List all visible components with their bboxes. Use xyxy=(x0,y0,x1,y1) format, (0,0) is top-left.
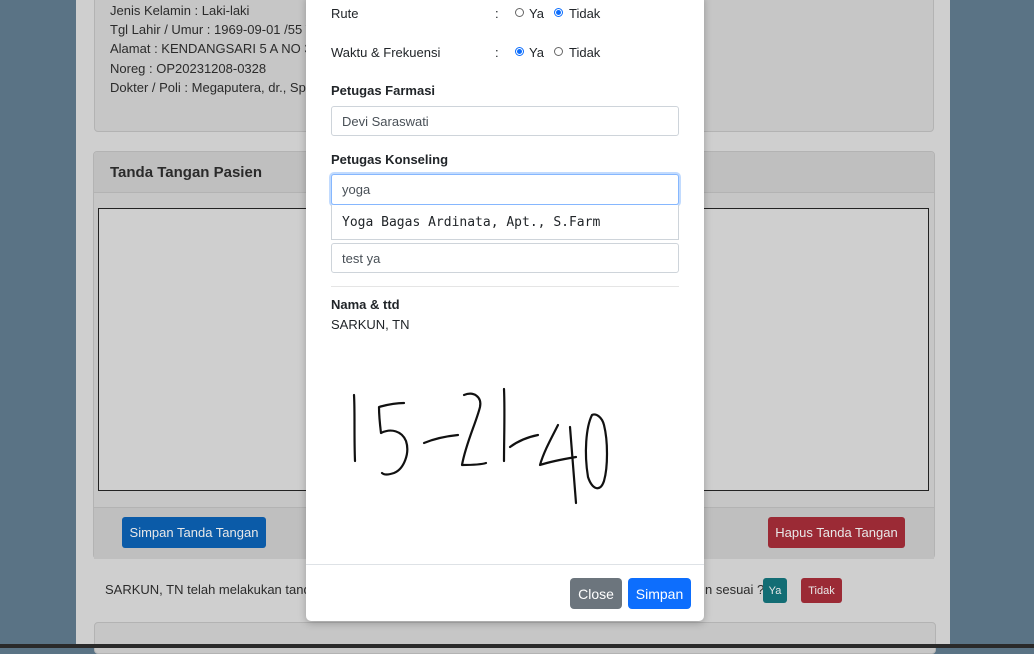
autocomplete-dropdown: Yoga Bagas Ardinata, Apt., S.Farm xyxy=(331,205,679,240)
patient-address: Alamat : KENDANGSARI 5 A NO 3 xyxy=(110,41,312,56)
patient-doctor: Dokter / Poli : Megaputera, dr., SpC xyxy=(110,80,316,95)
pharmacy-officer-label: Petugas Farmasi xyxy=(331,83,436,98)
signature-image xyxy=(352,387,609,505)
signer-label: Nama & ttd xyxy=(331,297,400,312)
signer-name: SARKUN, TN xyxy=(331,317,410,332)
rute-no-label[interactable]: Tidak xyxy=(569,6,600,21)
notes-input[interactable] xyxy=(331,243,679,273)
question-label-waktu-frekuensi: Waktu & Frekuensi xyxy=(331,45,441,60)
counseling-modal: Rute : Ya Tidak Waktu & Frekuensi : Ya T… xyxy=(306,0,704,621)
section-divider xyxy=(331,286,679,287)
save-button[interactable]: Simpan xyxy=(628,578,691,609)
waktu-no-label[interactable]: Tidak xyxy=(569,45,600,60)
confirmation-text-tail: n sesuai ? xyxy=(705,582,765,597)
autocomplete-option[interactable]: Yoga Bagas Ardinata, Apt., S.Farm xyxy=(342,215,600,230)
rute-yes-radio[interactable] xyxy=(515,8,524,17)
next-card xyxy=(94,622,936,654)
bottom-bar xyxy=(0,644,1034,648)
signature-card-title: Tanda Tangan Pasien xyxy=(110,164,262,181)
counseling-officer-input[interactable] xyxy=(331,174,679,205)
close-button[interactable]: Close xyxy=(570,578,622,609)
pharmacy-officer-input[interactable] xyxy=(331,106,679,136)
confirm-yes-button[interactable]: Ya xyxy=(763,578,787,603)
waktu-no-radio[interactable] xyxy=(554,47,563,56)
modal-footer-divider xyxy=(306,564,704,565)
rute-yes-label[interactable]: Ya xyxy=(529,6,544,21)
counseling-officer-label: Petugas Konseling xyxy=(331,152,449,167)
question-colon: : xyxy=(495,6,499,21)
question-colon: : xyxy=(495,45,499,60)
waktu-yes-label[interactable]: Ya xyxy=(529,45,544,60)
patient-gender: Jenis Kelamin : Laki-laki xyxy=(110,3,250,18)
confirm-no-button[interactable]: Tidak xyxy=(801,578,842,603)
confirmation-text: SARKUN, TN telah melakukan tanda xyxy=(105,582,318,597)
patient-dob-age: Tgl Lahir / Umur : 1969-09-01 /55 T xyxy=(110,22,314,37)
save-signature-button[interactable]: Simpan Tanda Tangan xyxy=(122,517,266,548)
rute-no-radio[interactable] xyxy=(554,8,563,17)
patient-noreg: Noreg : OP20231208-0328 xyxy=(110,61,267,76)
question-label-rute: Rute xyxy=(331,6,359,21)
delete-signature-button[interactable]: Hapus Tanda Tangan xyxy=(768,517,905,548)
waktu-yes-radio[interactable] xyxy=(515,47,524,56)
